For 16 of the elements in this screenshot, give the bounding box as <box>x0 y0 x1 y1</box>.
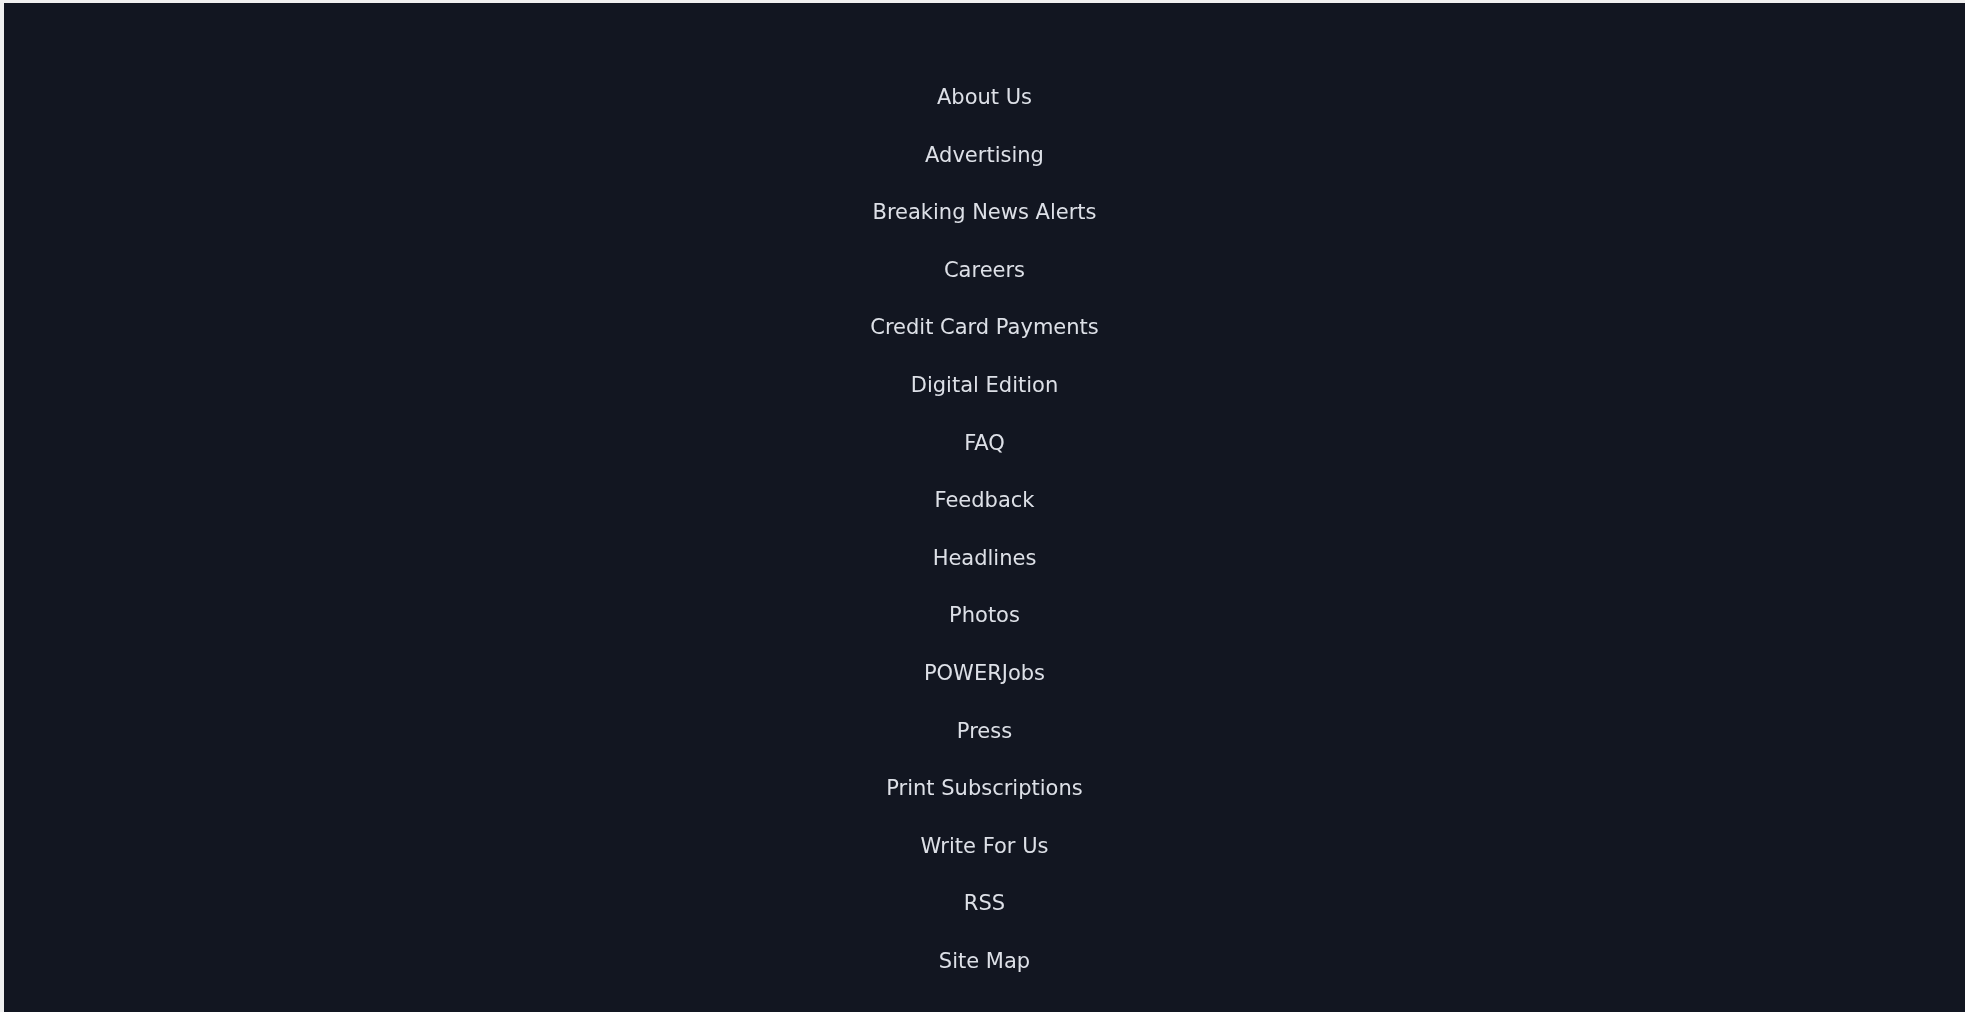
footer-link[interactable]: Careers <box>943 241 1026 300</box>
footer-link[interactable]: Feedback <box>934 472 1035 530</box>
footer-link[interactable]: About Us <box>936 69 1033 127</box>
footer-link[interactable]: Advertising <box>925 126 1044 185</box>
footer-link[interactable]: FAQ <box>964 414 1005 473</box>
footer-link[interactable]: RSS <box>963 875 1006 933</box>
footer-link[interactable]: Press <box>956 702 1013 761</box>
footer-link[interactable]: Credit Card Payments <box>870 299 1099 357</box>
footer-link[interactable]: Headlines <box>932 529 1037 588</box>
footer-link[interactable]: Print Subscriptions <box>886 760 1083 818</box>
footer-link[interactable]: Photos <box>949 587 1020 645</box>
footer-link[interactable]: POWERJobs <box>923 644 1046 703</box>
footer-link[interactable]: Breaking News Alerts <box>872 184 1097 242</box>
footer-link[interactable]: Digital Edition <box>910 356 1059 415</box>
footer-link[interactable]: Site Map <box>938 932 1031 991</box>
footer-link[interactable]: Write For Us <box>920 817 1049 876</box>
